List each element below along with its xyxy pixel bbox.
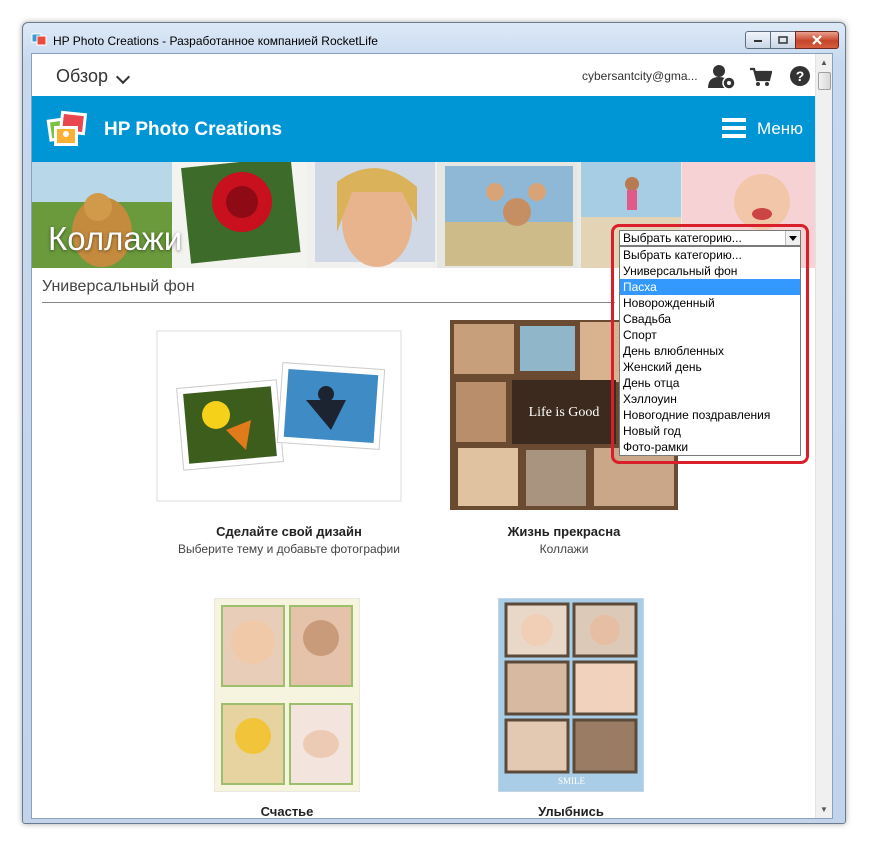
chevron-down-icon[interactable] — [115, 69, 131, 85]
cart-icon[interactable] — [750, 67, 772, 87]
woman-photo — [307, 162, 442, 268]
maximize-icon — [778, 36, 788, 44]
category-select-value: Выбрать категорию... — [623, 231, 742, 245]
scroll-thumb[interactable] — [818, 72, 831, 90]
smile-thumbnail: SMILE — [497, 597, 645, 793]
rose-photo — [172, 162, 312, 268]
user-settings-icon[interactable] — [708, 64, 736, 90]
category-option[interactable]: День влюбленных — [620, 343, 800, 359]
card-title-design[interactable]: Сделайте свой дизайн — [149, 524, 429, 539]
happiness-thumbnail — [213, 597, 361, 793]
card-title-life[interactable]: Жизнь прекрасна — [424, 524, 704, 539]
category-option[interactable]: День отца — [620, 375, 800, 391]
category-option[interactable]: Свадьба — [620, 311, 800, 327]
design-your-own-thumbnail — [156, 330, 402, 502]
category-option[interactable]: Выбрать категорию... — [620, 247, 800, 263]
card-subtitle-design: Выберите тему и добавьте фотографии — [178, 542, 400, 556]
card-smile[interactable]: SMILE — [497, 597, 645, 793]
window-title: HP Photo Creations - Разработанное компа… — [53, 34, 378, 48]
collage-overlay-text: Life is Good — [529, 405, 600, 420]
help-icon[interactable]: ? — [790, 66, 810, 86]
scroll-down-icon[interactable]: ▼ — [816, 801, 832, 818]
category-option[interactable]: Фото-рамки — [620, 439, 800, 455]
page-title: Коллажи — [48, 220, 183, 257]
category-option[interactable]: Пасха — [620, 279, 800, 295]
card-title-smile[interactable]: Улыбнись — [431, 804, 711, 818]
title-bar[interactable]: HP Photo Creations - Разработанное компа… — [23, 23, 845, 53]
card-design-your-own[interactable] — [156, 330, 402, 502]
section-divider — [42, 302, 615, 303]
category-option[interactable]: Спорт — [620, 327, 800, 343]
category-option[interactable]: Новый год — [620, 423, 800, 439]
smile-overlay-text: SMILE — [558, 776, 586, 786]
category-options-list: Выбрать категорию... Универсальный фон Пас… — [619, 246, 801, 456]
section-title: Универсальный фон — [42, 278, 195, 295]
close-button[interactable] — [795, 31, 839, 49]
hamburger-menu-icon[interactable] — [722, 118, 746, 138]
category-option[interactable]: Новорожденный — [620, 295, 800, 311]
app-window: HP Photo Creations - Разработанное компа… — [22, 22, 846, 824]
card-subtitle-life: Коллажи — [539, 542, 589, 556]
family-photo — [437, 162, 582, 268]
app-icon — [31, 33, 47, 46]
minimize-button[interactable] — [745, 31, 771, 49]
category-option[interactable]: Хэллоуин — [620, 391, 800, 407]
category-option[interactable]: Универсальный фон — [620, 263, 800, 279]
menu-button[interactable]: Меню — [757, 119, 803, 139]
dropdown-arrow-icon[interactable] — [785, 231, 800, 245]
hp-photo-creations-logo[interactable] — [46, 108, 90, 148]
close-icon — [812, 35, 822, 45]
category-option[interactable]: Женский день — [620, 359, 800, 375]
card-title-happiness[interactable]: Счастье — [147, 804, 427, 818]
browser-content: Обзор cybersantcity@gma... ? HP Photo Cr… — [31, 53, 833, 819]
page: Обзор cybersantcity@gma... ? HP Photo Cr… — [32, 54, 815, 818]
brand-name[interactable]: HP Photo Creations — [104, 119, 282, 141]
vertical-scrollbar[interactable]: ▲ ▼ — [815, 54, 832, 818]
category-select[interactable]: Выбрать категорию... — [619, 230, 801, 246]
brand-header: HP Photo Creations Меню — [32, 96, 815, 162]
maximize-button[interactable] — [770, 31, 796, 49]
card-happiness[interactable] — [213, 597, 361, 793]
browse-menu[interactable]: Обзор — [56, 66, 108, 87]
account-email[interactable]: cybersantcity@gma... — [582, 69, 698, 83]
minimize-icon — [754, 40, 762, 42]
scroll-up-icon[interactable]: ▲ — [816, 54, 832, 71]
category-option[interactable]: Новогодние поздравления — [620, 407, 800, 423]
top-bar: Обзор cybersantcity@gma... ? — [32, 54, 815, 96]
